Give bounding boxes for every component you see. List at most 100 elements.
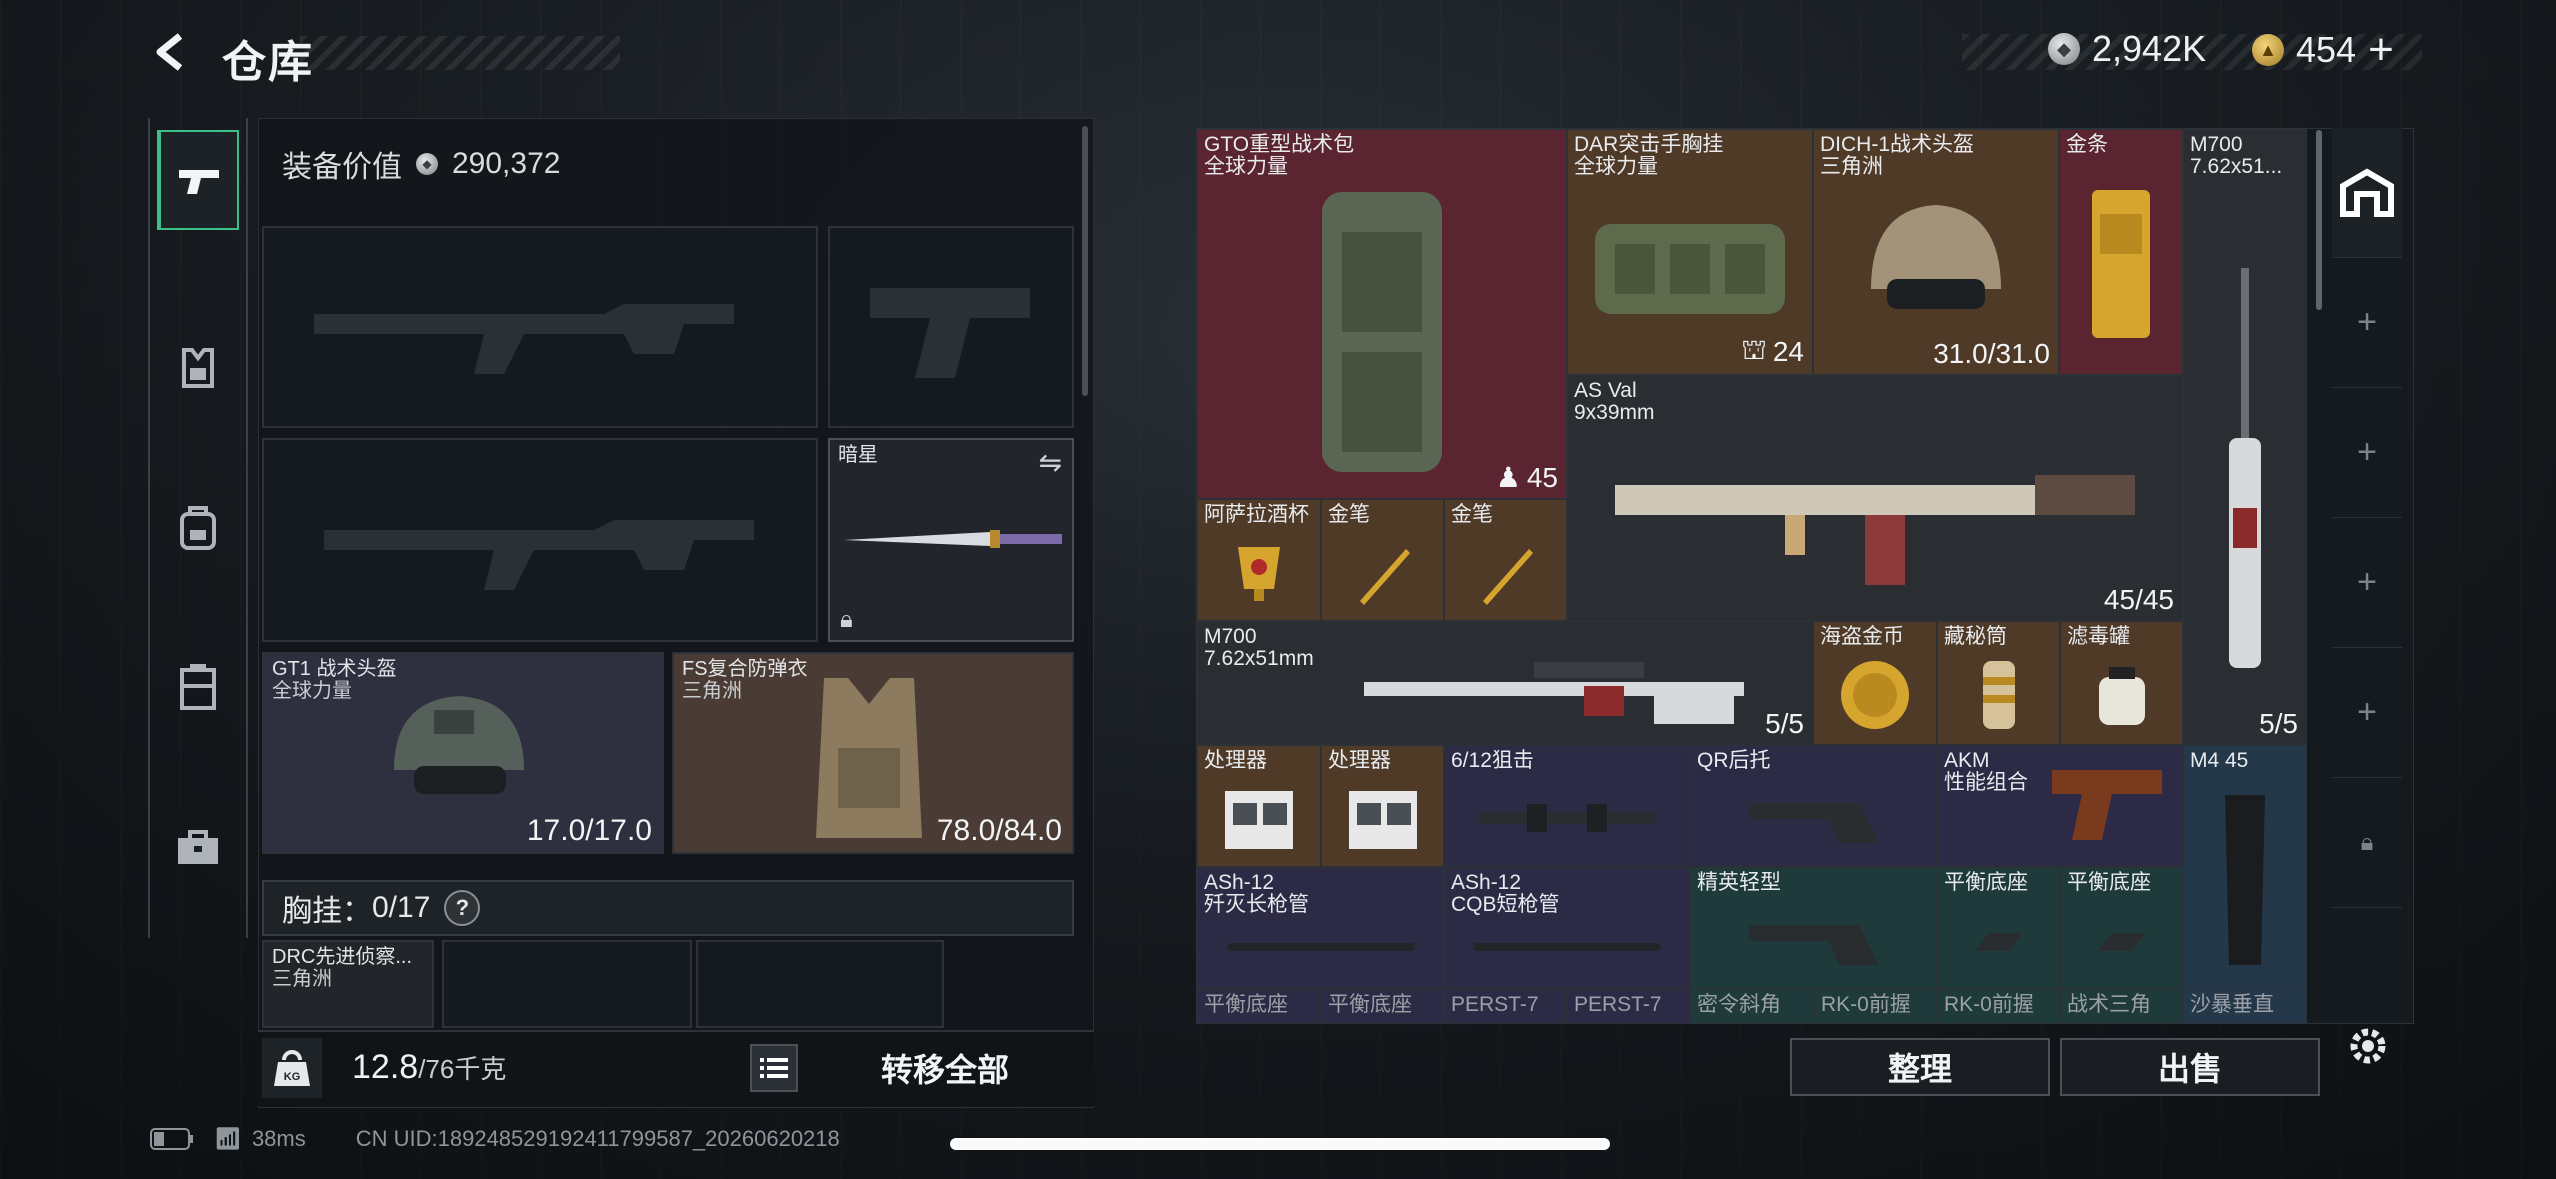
backpack-label: DRC先进侦察... 三角洲: [272, 946, 412, 990]
stash-item[interactable]: 平衡底座: [2060, 867, 2183, 989]
sort-button[interactable]: 整理: [1790, 1038, 2050, 1096]
toolbox-tab[interactable]: [157, 798, 239, 898]
stash-page-locked[interactable]: 🔒︎: [2332, 778, 2402, 908]
stash-item[interactable]: AKM 性能组合: [1937, 745, 2183, 867]
item-count: 45/45: [2104, 584, 2174, 616]
swap-icon[interactable]: ⇋: [1039, 446, 1062, 479]
stash-page-add[interactable]: +: [2332, 518, 2402, 648]
backpack-faction: 三角洲: [272, 968, 332, 990]
primary-weapon-slot[interactable]: [262, 226, 818, 428]
item-name: RK-0前握: [1944, 993, 2034, 1016]
stash-item[interactable]: PERST-7: [1444, 989, 1567, 1023]
item-name: DICH-1战术头盔 三角洲: [1820, 134, 1974, 178]
stash-item[interactable]: 战术三角: [2060, 989, 2183, 1023]
processor-icon: [1348, 791, 1417, 850]
armor-faction: 三角洲: [682, 680, 742, 702]
stash-item[interactable]: 平衡底座: [1197, 989, 1321, 1023]
stash-item[interactable]: 处理器: [1321, 745, 1444, 867]
knife-icon: [844, 530, 1062, 548]
stash-item[interactable]: 平衡底座: [1937, 867, 2060, 989]
sell-button[interactable]: 出售: [2060, 1038, 2320, 1096]
loadout-scrollbar[interactable]: [1082, 126, 1088, 396]
stash-item[interactable]: 平衡底座: [1321, 989, 1444, 1023]
body-armor-icon: [816, 678, 922, 838]
armor-slot[interactable]: FS复合防弹衣 三角洲 78.0/84.0: [672, 652, 1074, 854]
chest-rig-slot[interactable]: [442, 940, 692, 1028]
item-name: 藏秘筒: [1944, 625, 2007, 648]
stash-page-add[interactable]: +: [2332, 648, 2402, 778]
stock-icon: [1748, 803, 1879, 843]
settings-button[interactable]: [2340, 1018, 2396, 1074]
sniper-rifle-icon: [1364, 662, 1745, 725]
goblet-icon: [1238, 547, 1280, 602]
stash-item[interactable]: 6/12狙击: [1444, 745, 1690, 867]
stash-item[interactable]: 金条: [2059, 129, 2183, 375]
stash-item[interactable]: GTO重型战术包 全球力量 ♟ 45: [1197, 129, 1567, 499]
stash-item[interactable]: 藏秘筒: [1937, 621, 2060, 745]
stash-item[interactable]: RK-0前握: [1814, 989, 1937, 1023]
secondary-rifle-slot[interactable]: [262, 438, 818, 642]
chest-rig-bar[interactable]: 胸挂： 0/17 ?: [262, 880, 1074, 936]
stash-item[interactable]: DAR突击手胸挂 全球力量 ⛫ 24: [1567, 129, 1813, 375]
item-count: 5/5: [2259, 708, 2298, 740]
helmet-slot[interactable]: GT1 战术头盔 全球力量 17.0/17.0: [262, 652, 664, 854]
stash-item[interactable]: ASh-12 CQB短枪管: [1444, 867, 1690, 989]
stash-item[interactable]: 金笔: [1444, 499, 1567, 621]
weapons-tab[interactable]: [157, 130, 239, 230]
stash-home-icon: [2340, 168, 2394, 217]
stash-item[interactable]: 精英轻型: [1690, 867, 1937, 989]
scope-icon: [1477, 804, 1657, 832]
secondary-weapon-slot[interactable]: [828, 226, 1074, 428]
transfer-all-button[interactable]: 转移全部: [850, 1044, 1040, 1092]
item-name: 6/12狙击: [1451, 749, 1534, 772]
item-sub: 全球力量: [1204, 155, 1288, 178]
stash-item[interactable]: AS Val 9x39mm 45/45: [1567, 375, 2183, 621]
stash-page-main[interactable]: [2332, 128, 2402, 258]
helmet-faction: 全球力量: [272, 680, 352, 702]
stash-page-add[interactable]: +: [2332, 388, 2402, 518]
equipment-value: 装备价值 ◆ 290,372: [282, 142, 560, 186]
home-indicator[interactable]: [950, 1138, 1610, 1150]
stash-item[interactable]: PERST-7: [1567, 989, 1690, 1023]
melee-slot[interactable]: 暗星 ⇋ 🔒︎: [828, 438, 1074, 642]
stash-scrollbar[interactable]: [2316, 130, 2322, 310]
silver-coin-icon: ◆: [416, 153, 438, 175]
item-name: 金笔: [1451, 503, 1493, 526]
help-icon[interactable]: ?: [444, 890, 481, 926]
add-currency-button[interactable]: +: [2368, 28, 2394, 72]
armor-vest-icon: [182, 348, 214, 388]
stash-item[interactable]: QR后托: [1690, 745, 1937, 867]
item-name: ASh-12 歼灭长枪管: [1204, 872, 1309, 916]
stash-item[interactable]: M700 7.62x51... 5/5: [2183, 129, 2307, 745]
stash-item[interactable]: 沙暴垂直: [2183, 989, 2307, 1023]
list-view-button[interactable]: [750, 1044, 798, 1092]
gold-coin-icon: [1841, 661, 1909, 730]
stash-item[interactable]: DICH-1战术头盔 三角洲 31.0/31.0: [1813, 129, 2059, 375]
backpack-tab[interactable]: [157, 478, 239, 578]
chest-rig-slot[interactable]: [696, 940, 944, 1028]
stash-page-add[interactable]: +: [2332, 258, 2402, 388]
stash-item[interactable]: 滤毒罐: [2060, 621, 2183, 745]
status-bar: 📶︎ 38ms CN UID:18924852919241179958​7_20…: [150, 1126, 840, 1152]
armor-tab[interactable]: [157, 318, 239, 418]
item-name: M700 7.62x51mm: [1204, 626, 1314, 670]
locker-tab[interactable]: [157, 638, 239, 738]
stash-item[interactable]: M4 45: [2183, 745, 2307, 991]
stash-item[interactable]: 密令斜角: [1690, 989, 1814, 1023]
back-button[interactable]: [148, 28, 196, 76]
item-title: M700: [2190, 133, 2243, 156]
stash-item[interactable]: 金笔: [1321, 499, 1444, 621]
item-name: 滤毒罐: [2067, 625, 2130, 648]
item-count-value: 31.0/31.0: [1933, 338, 2050, 369]
stash-item[interactable]: ASh-12 歼灭长枪管: [1197, 867, 1444, 989]
back-arrow-icon: [156, 33, 183, 71]
battery-icon: [150, 1128, 193, 1150]
stash-item[interactable]: M700 7.62x51mm 5/5: [1197, 621, 1813, 745]
chest-rig-label: 胸挂：: [282, 895, 372, 928]
stash-item[interactable]: 处理器: [1197, 745, 1321, 867]
stash-item[interactable]: 海盗金币: [1813, 621, 1937, 745]
backpack-slot[interactable]: DRC先进侦察... 三角洲: [262, 940, 434, 1028]
stash-item[interactable]: 阿萨拉酒杯: [1197, 499, 1321, 621]
key-icon: ♟: [1495, 462, 1521, 493]
stash-item[interactable]: RK-0前握: [1937, 989, 2060, 1023]
